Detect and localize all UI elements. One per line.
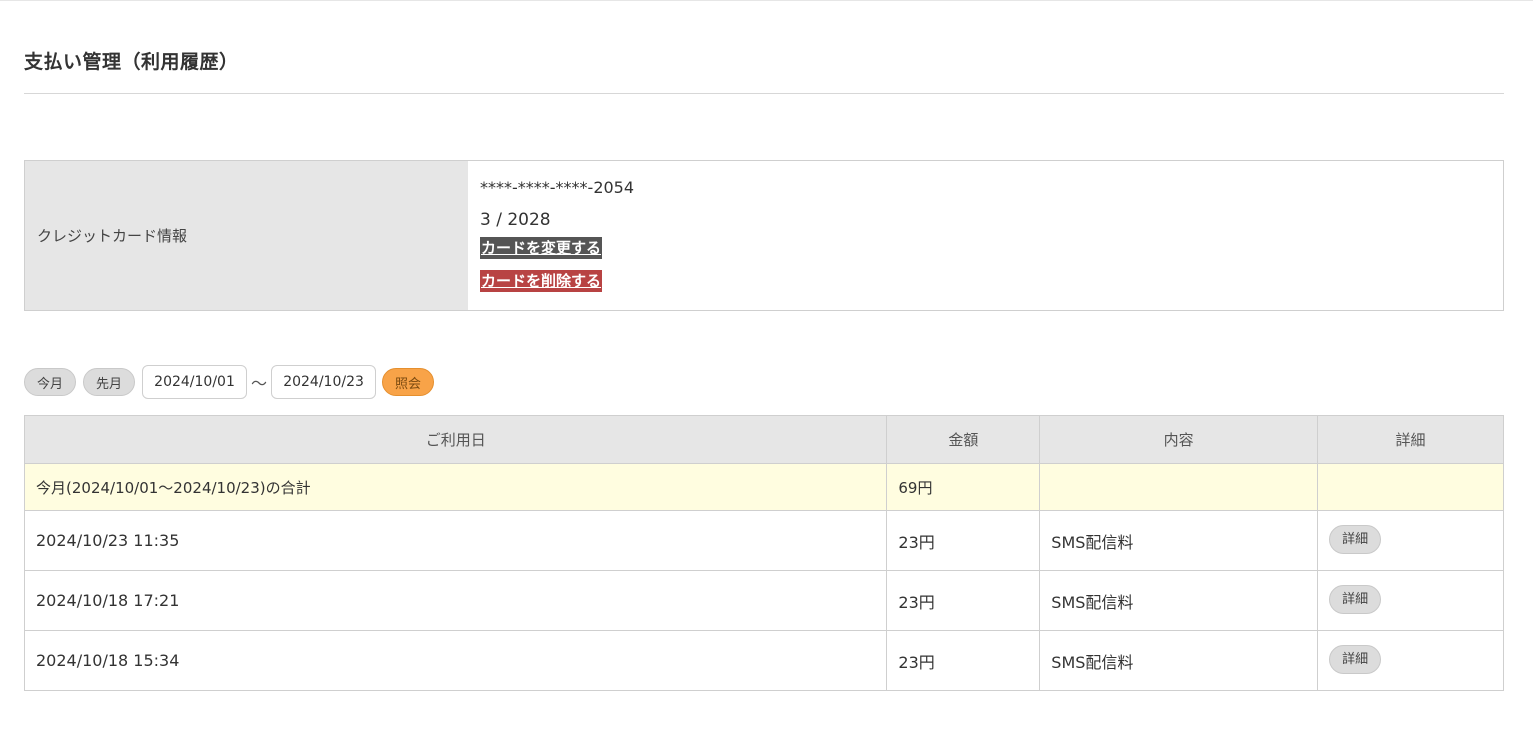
date-range-separator: 〜 <box>251 374 268 393</box>
search-button[interactable]: 照会 <box>382 368 435 396</box>
total-amount: 69円 <box>886 463 1041 511</box>
detail-button[interactable]: 詳細 <box>1329 644 1382 674</box>
top-border <box>0 0 1533 1</box>
title-divider <box>24 93 1504 94</box>
row-amount: 23円 <box>886 630 1041 691</box>
change-card-button[interactable]: カードを変更する <box>480 237 603 259</box>
total-label: 今月(2024/10/01〜2024/10/23)の合計 <box>23 463 888 511</box>
row-amount: 23円 <box>886 570 1041 631</box>
card-expiry: 3 / 2028 <box>480 210 551 230</box>
header-description: 内容 <box>1039 415 1319 464</box>
header-date: ご利用日 <box>23 415 888 464</box>
this-month-button[interactable]: 今月 <box>24 368 77 396</box>
usage-history-table: ご利用日 金額 内容 詳細 今月(2024/10/01〜2024/10/23)の… <box>23 415 1504 691</box>
credit-card-info-content: ****-****-****-2054 3 / 2028 カードを変更する カー… <box>468 161 1503 310</box>
detail-button[interactable]: 詳細 <box>1329 524 1382 554</box>
table-header-row: ご利用日 金額 内容 詳細 <box>23 415 1504 464</box>
credit-card-info-panel: クレジットカード情報 ****-****-****-2054 3 / 2028 … <box>24 160 1504 311</box>
total-detail-cell <box>1317 463 1504 511</box>
end-date-input[interactable] <box>271 365 377 399</box>
table-row: 2024/10/23 11:35 23円 SMS配信料 詳細 <box>23 510 1504 571</box>
row-detail-cell: 詳細 <box>1317 630 1504 691</box>
row-date: 2024/10/18 15:34 <box>23 630 888 691</box>
row-detail-cell: 詳細 <box>1317 510 1504 571</box>
row-description: SMS配信料 <box>1039 510 1319 571</box>
total-row: 今月(2024/10/01〜2024/10/23)の合計 69円 <box>23 463 1504 511</box>
row-description: SMS配信料 <box>1039 570 1319 631</box>
table-row: 2024/10/18 15:34 23円 SMS配信料 詳細 <box>23 630 1504 691</box>
delete-card-button[interactable]: カードを削除する <box>480 270 603 292</box>
start-date-input[interactable] <box>142 365 248 399</box>
credit-card-info-label: クレジットカード情報 <box>25 161 468 310</box>
total-description-cell <box>1039 463 1319 511</box>
row-amount: 23円 <box>886 510 1041 571</box>
header-amount: 金額 <box>886 415 1041 464</box>
row-detail-cell: 詳細 <box>1317 570 1504 631</box>
date-filter-bar: 今月 先月 〜 照会 <box>24 365 441 399</box>
detail-button[interactable]: 詳細 <box>1329 584 1382 614</box>
page-title: 支払い管理（利用履歴） <box>24 51 239 73</box>
row-date: 2024/10/23 11:35 <box>23 510 888 571</box>
row-description: SMS配信料 <box>1039 630 1319 691</box>
last-month-button[interactable]: 先月 <box>83 368 136 396</box>
table-row: 2024/10/18 17:21 23円 SMS配信料 詳細 <box>23 570 1504 631</box>
header-detail: 詳細 <box>1317 415 1504 464</box>
row-date: 2024/10/18 17:21 <box>23 570 888 631</box>
card-number: ****-****-****-2054 <box>480 178 635 197</box>
